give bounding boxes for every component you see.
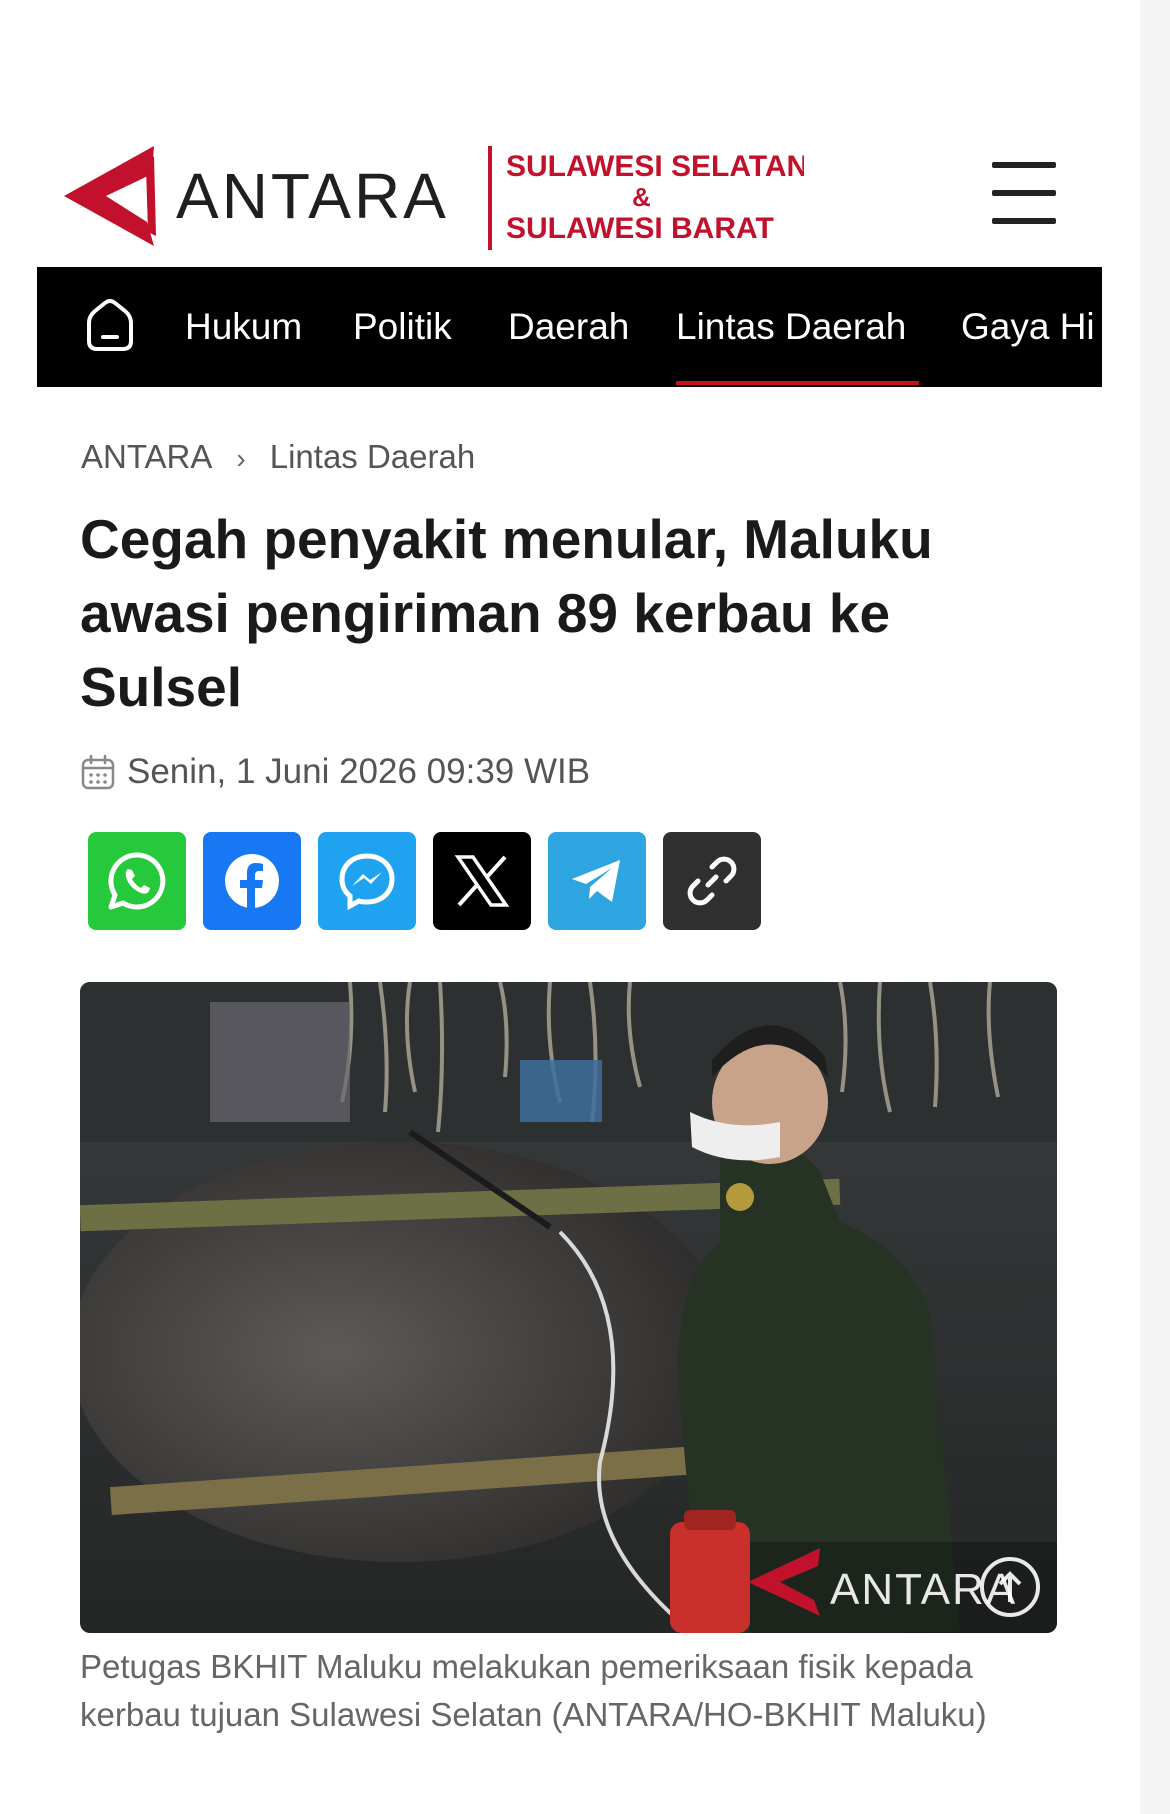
share-facebook-button[interactable] xyxy=(203,832,301,930)
region-line1: SULAWESI SELATAN xyxy=(506,150,804,183)
calendar-icon xyxy=(81,754,115,790)
logo-name: ANTARA xyxy=(176,160,449,232)
share-whatsapp-button[interactable] xyxy=(88,832,186,930)
date-text: Senin, 1 Juni 2026 09:39 WIB xyxy=(127,752,591,791)
share-telegram-button[interactable] xyxy=(548,832,646,930)
nav-item-politik[interactable]: Politik xyxy=(353,305,452,349)
share-x-button[interactable] xyxy=(433,832,531,930)
antara-logo-mark xyxy=(64,146,154,246)
breadcrumb: ANTARA › Lintas Daerah xyxy=(81,438,475,476)
region-amp: & xyxy=(632,182,651,212)
nav-home[interactable] xyxy=(83,299,137,353)
active-tab-indicator xyxy=(676,381,919,385)
breadcrumb-root[interactable]: ANTARA xyxy=(81,438,212,475)
page-edge xyxy=(1140,0,1170,1814)
article-photo[interactable]: ANTARA xyxy=(80,982,1057,1633)
facebook-icon xyxy=(225,854,279,910)
whatsapp-icon xyxy=(108,852,166,910)
region-line2: SULAWESI BARAT xyxy=(506,212,774,245)
link-icon xyxy=(687,856,737,906)
copy-link-button[interactable] xyxy=(663,832,761,930)
home-icon xyxy=(87,299,133,351)
site-logo[interactable]: ANTARA SULAWESI SELATAN & SULAWESI BARAT xyxy=(64,146,804,256)
article-title: Cegah penyakit menular, Maluku awasi pen… xyxy=(80,508,933,718)
share-messenger-button[interactable] xyxy=(318,832,416,930)
nav-item-daerah[interactable]: Daerah xyxy=(508,305,629,349)
nav-item-hukum[interactable]: Hukum xyxy=(185,305,302,349)
telegram-icon xyxy=(572,860,620,902)
nav-item-lintas-daerah[interactable]: Lintas Daerah xyxy=(676,305,906,349)
main-nav: Hukum Politik Daerah Lintas Daerah Gaya … xyxy=(37,267,1102,387)
nav-item-gaya-hidup[interactable]: Gaya Hi xyxy=(961,305,1095,349)
photo-caption: Petugas BKHIT Maluku melakukan pemeriksa… xyxy=(80,1648,987,1733)
breadcrumb-separator: › xyxy=(236,443,246,474)
x-icon xyxy=(454,855,510,907)
menu-button[interactable] xyxy=(988,162,1088,228)
hamburger-line xyxy=(992,218,1056,224)
article-date: Senin, 1 Juni 2026 09:39 WIB xyxy=(81,750,590,794)
breadcrumb-current[interactable]: Lintas Daerah xyxy=(270,438,475,475)
hamburger-line xyxy=(992,190,1056,196)
hamburger-menu-icon xyxy=(992,162,1056,168)
messenger-icon xyxy=(339,853,395,911)
